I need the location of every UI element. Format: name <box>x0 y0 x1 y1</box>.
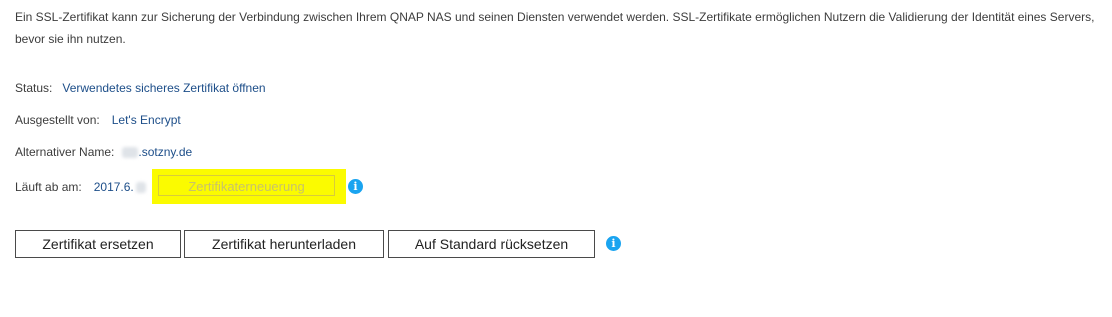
status-label: Status: <box>15 81 53 95</box>
alt-name-value: .sotzny.de <box>138 145 193 159</box>
expiry-label: Läuft ab am: <box>15 180 82 194</box>
intro-line-1: Ein SSL-Zertifikat kann zur Sicherung de… <box>15 10 1095 24</box>
certificate-renewal-button[interactable]: Zertifikaterneuerung <box>158 175 335 196</box>
open-certificate-link[interactable]: Verwendetes sicheres Zertifikat öffnen <box>62 79 265 97</box>
highlight-marker: Zertifikaterneuerung <box>152 169 346 204</box>
intro-text: Ein SSL-Zertifikat kann zur Sicherung de… <box>15 6 1110 50</box>
alt-name-label: Alternativer Name: <box>15 145 115 159</box>
alt-name-value-wrap: .sotzny.de <box>122 143 192 161</box>
info-icon[interactable]: i <box>348 179 363 194</box>
alt-name-row: Alternativer Name: .sotzny.de <box>15 143 192 161</box>
status-row: Status: Verwendetes sicheres Zertifikat … <box>15 79 266 97</box>
issuer-label: Ausgestellt von: <box>15 113 100 127</box>
intro-line-2: bevor sie ihn nutzen. <box>15 32 126 46</box>
expiry-value: 2017.6. <box>93 180 134 194</box>
issuer-value: Let's Encrypt <box>111 113 181 127</box>
issuer-row: Ausgestellt von: Let's Encrypt <box>15 111 181 129</box>
reset-to-default-button[interactable]: Auf Standard rücksetzen <box>388 230 595 258</box>
download-certificate-button[interactable]: Zertifikat herunterladen <box>184 230 384 258</box>
info-icon[interactable]: i <box>606 236 621 251</box>
redacted-blur <box>135 182 146 194</box>
expiry-row: Läuft ab am: 2017.6. <box>15 178 146 196</box>
expiry-value-wrap: 2017.6. <box>94 178 146 196</box>
redacted-blur <box>122 147 139 159</box>
ssl-certificate-panel: Ein SSL-Zertifikat kann zur Sicherung de… <box>0 0 1112 317</box>
replace-certificate-button[interactable]: Zertifikat ersetzen <box>15 230 181 258</box>
